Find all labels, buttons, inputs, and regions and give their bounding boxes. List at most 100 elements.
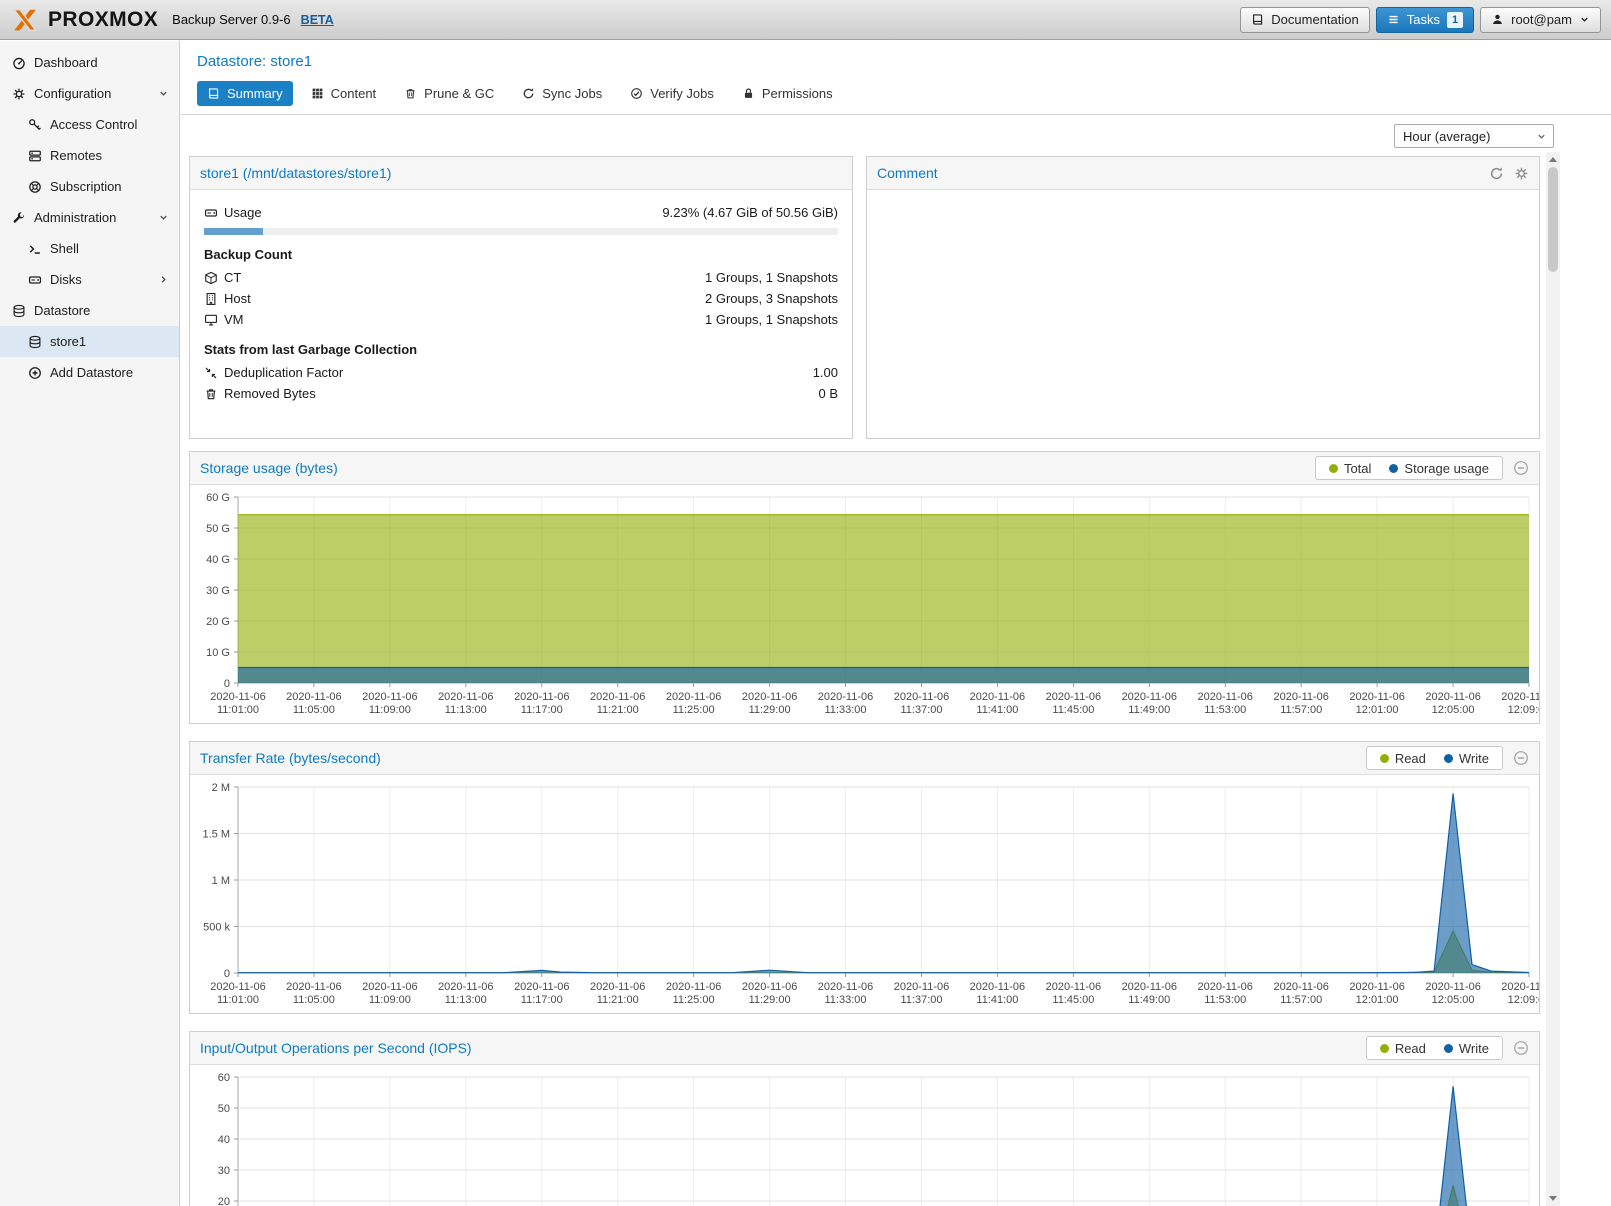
legend-item-storage-usage[interactable]: Storage usage	[1380, 461, 1498, 476]
reload-icon[interactable]	[1489, 166, 1504, 181]
comment-content[interactable]	[867, 190, 1539, 438]
vertical-scrollbar[interactable]	[1546, 152, 1560, 1206]
svg-text:60: 60	[218, 1072, 230, 1084]
chevron-down-icon[interactable]	[158, 88, 169, 99]
terminal-icon	[28, 242, 42, 256]
remotes-icon	[28, 149, 42, 163]
sidebar-item-dashboard[interactable]: Dashboard	[0, 47, 179, 78]
tab-sync-jobs[interactable]: Sync Jobs	[512, 81, 612, 106]
transfer-rate-chart-panel: Transfer Rate (bytes/second) ReadWrite 2…	[189, 741, 1540, 1014]
sidebar-item-configuration[interactable]: Configuration	[0, 78, 179, 109]
chevron-down-icon[interactable]	[158, 212, 169, 223]
svg-text:11:33:00: 11:33:00	[824, 704, 866, 716]
tasks-badge: 1	[1447, 12, 1463, 28]
sidebar-item-shell[interactable]: Shell	[0, 233, 179, 264]
iops-chart-panel: Input/Output Operations per Second (IOPS…	[189, 1031, 1540, 1206]
gears-icon	[12, 87, 26, 101]
user-menu-button[interactable]: root@pam	[1480, 7, 1601, 33]
legend-item-total[interactable]: Total	[1320, 461, 1380, 476]
svg-text:11:29:00: 11:29:00	[749, 994, 791, 1006]
compress-icon	[204, 366, 224, 380]
scroll-up-arrow[interactable]	[1546, 152, 1560, 166]
svg-text:20 G: 20 G	[206, 616, 230, 628]
legend-dot	[1444, 1044, 1453, 1053]
svg-text:2020-11-06: 2020-11-06	[1273, 981, 1328, 993]
sidebar-item-label: Add Datastore	[50, 365, 133, 380]
sidebar-item-subscription[interactable]: Subscription	[0, 171, 179, 202]
svg-text:2020-11-06: 2020-11-06	[362, 691, 417, 703]
svg-text:30: 30	[218, 1165, 230, 1177]
sidebar-item-disks[interactable]: Disks	[0, 264, 179, 295]
tab-prune-gc[interactable]: Prune & GC	[394, 81, 504, 106]
svg-text:10 G: 10 G	[206, 647, 230, 659]
plus-circle-icon	[28, 366, 42, 380]
refresh-icon	[522, 87, 535, 100]
svg-text:11:17:00: 11:17:00	[521, 994, 563, 1006]
row-label: CT	[224, 270, 241, 285]
tab-summary[interactable]: Summary	[197, 81, 293, 106]
storage-usage-chart-panel: Storage usage (bytes) TotalStorage usage…	[189, 451, 1540, 724]
legend-item-read[interactable]: Read	[1371, 751, 1435, 766]
tasks-button[interactable]: Tasks 1	[1376, 7, 1474, 33]
sidebar-item-add-datastore[interactable]: Add Datastore	[0, 357, 179, 388]
sidebar-item-label: Disks	[50, 272, 82, 287]
legend-item-write[interactable]: Write	[1435, 751, 1498, 766]
timeframe-select[interactable]: Hour (average)	[1394, 124, 1554, 148]
svg-text:11:01:00: 11:01:00	[217, 994, 259, 1006]
tab-verify-jobs[interactable]: Verify Jobs	[620, 81, 724, 106]
collapse-icon[interactable]	[1513, 750, 1529, 766]
svg-text:2020-11-06: 2020-11-06	[1122, 981, 1177, 993]
svg-text:11:53:00: 11:53:00	[1204, 994, 1246, 1006]
svg-text:12:09:00: 12:09:00	[1508, 704, 1539, 716]
svg-text:11:17:00: 11:17:00	[521, 704, 563, 716]
legend-item-write[interactable]: Write	[1435, 1041, 1498, 1056]
sidebar-item-access-control[interactable]: Access Control	[0, 109, 179, 140]
sidebar-item-label: store1	[50, 334, 86, 349]
svg-text:2020-11-06: 2020-11-06	[1197, 691, 1252, 703]
tab-permissions[interactable]: Permissions	[732, 81, 843, 106]
collapse-icon[interactable]	[1513, 460, 1529, 476]
row-value: 1 Groups, 1 Snapshots	[705, 270, 838, 285]
database-icon	[12, 304, 26, 318]
collapse-icon[interactable]	[1513, 1040, 1529, 1056]
dashboard-icon	[12, 56, 26, 70]
sidebar-item-administration[interactable]: Administration	[0, 202, 179, 233]
svg-text:40 G: 40 G	[206, 554, 230, 566]
chevron-right-icon[interactable]	[158, 274, 169, 285]
svg-text:50 G: 50 G	[206, 523, 230, 535]
documentation-button[interactable]: Documentation	[1240, 7, 1369, 33]
grid-icon	[311, 87, 324, 100]
datastore-icon	[28, 335, 42, 349]
scrollbar-thumb[interactable]	[1548, 167, 1558, 272]
svg-text:11:37:00: 11:37:00	[900, 994, 942, 1006]
svg-text:2020-11-06: 2020-11-06	[1501, 981, 1539, 993]
panel-body: 2020-11-0611:01:002020-11-0611:05:002020…	[190, 775, 1539, 1013]
page-title: Datastore: store1	[197, 53, 1611, 70]
svg-text:11:25:00: 11:25:00	[673, 704, 715, 716]
backup-count-row-host: Host 2 Groups, 3 Snapshots	[204, 288, 838, 309]
sidebar-item-label: Datastore	[34, 303, 90, 318]
sidebar-item-remotes[interactable]: Remotes	[0, 140, 179, 171]
svg-text:2020-11-06: 2020-11-06	[894, 981, 949, 993]
svg-text:60 G: 60 G	[206, 492, 230, 504]
svg-text:11:25:00: 11:25:00	[673, 994, 715, 1006]
tab-content[interactable]: Content	[301, 81, 387, 106]
wrench-icon	[12, 211, 26, 225]
scroll-down-arrow[interactable]	[1549, 1196, 1557, 1201]
sidebar-item-datastore[interactable]: Datastore	[0, 295, 179, 326]
svg-text:2020-11-06: 2020-11-06	[362, 981, 417, 993]
svg-text:30 G: 30 G	[206, 585, 230, 597]
legend-item-read[interactable]: Read	[1371, 1041, 1435, 1056]
sidebar-item-store1[interactable]: store1	[0, 326, 179, 357]
backup-count-row-ct: CT 1 Groups, 1 Snapshots	[204, 267, 838, 288]
gear-icon[interactable]	[1514, 166, 1529, 181]
beta-link[interactable]: BETA	[301, 13, 334, 27]
chart-legend: ReadWrite	[1366, 746, 1503, 770]
gc-row-dedup: Deduplication Factor 1.00	[204, 362, 838, 383]
svg-text:2020-11-06: 2020-11-06	[970, 981, 1025, 993]
svg-text:2020-11-06: 2020-11-06	[742, 981, 797, 993]
svg-text:500 k: 500 k	[203, 922, 230, 934]
timeframe-value: Hour (average)	[1403, 129, 1490, 144]
transfer-rate-chart: 2020-11-0611:01:002020-11-0611:05:002020…	[190, 775, 1539, 1013]
svg-text:12:09:00: 12:09:00	[1508, 994, 1539, 1006]
